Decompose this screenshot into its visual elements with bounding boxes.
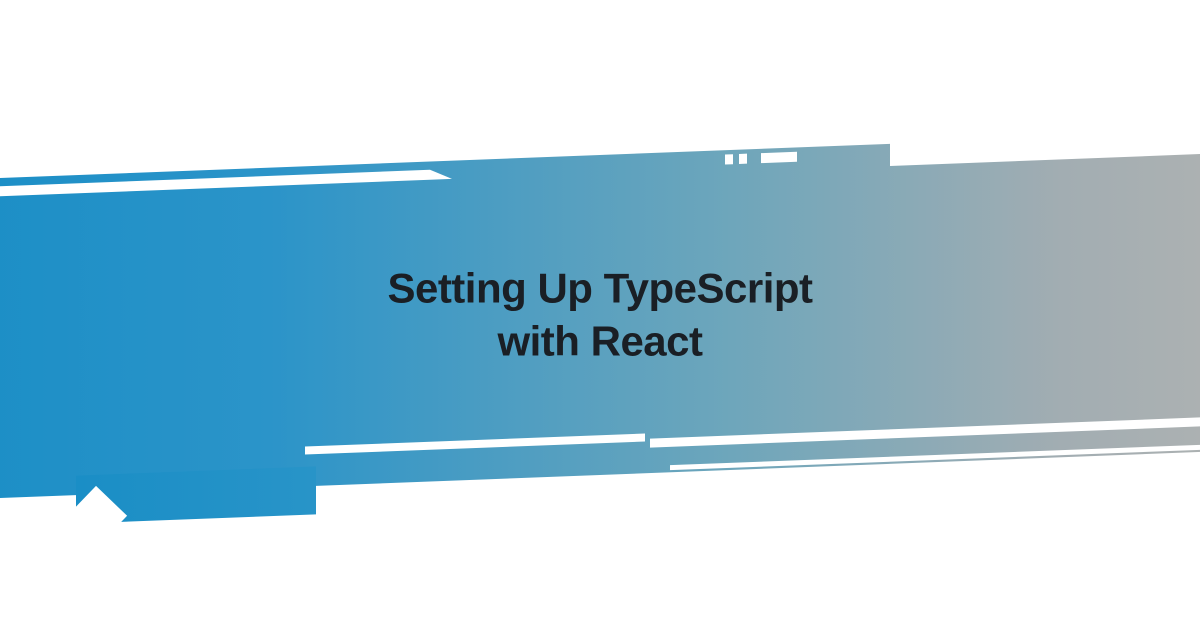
- decorative-ticks: [725, 149, 803, 170]
- title-line-1: Setting Up TypeScript: [387, 265, 812, 312]
- title-line-2: with React: [497, 317, 702, 364]
- title-container: Setting Up TypeScript with React: [387, 263, 812, 368]
